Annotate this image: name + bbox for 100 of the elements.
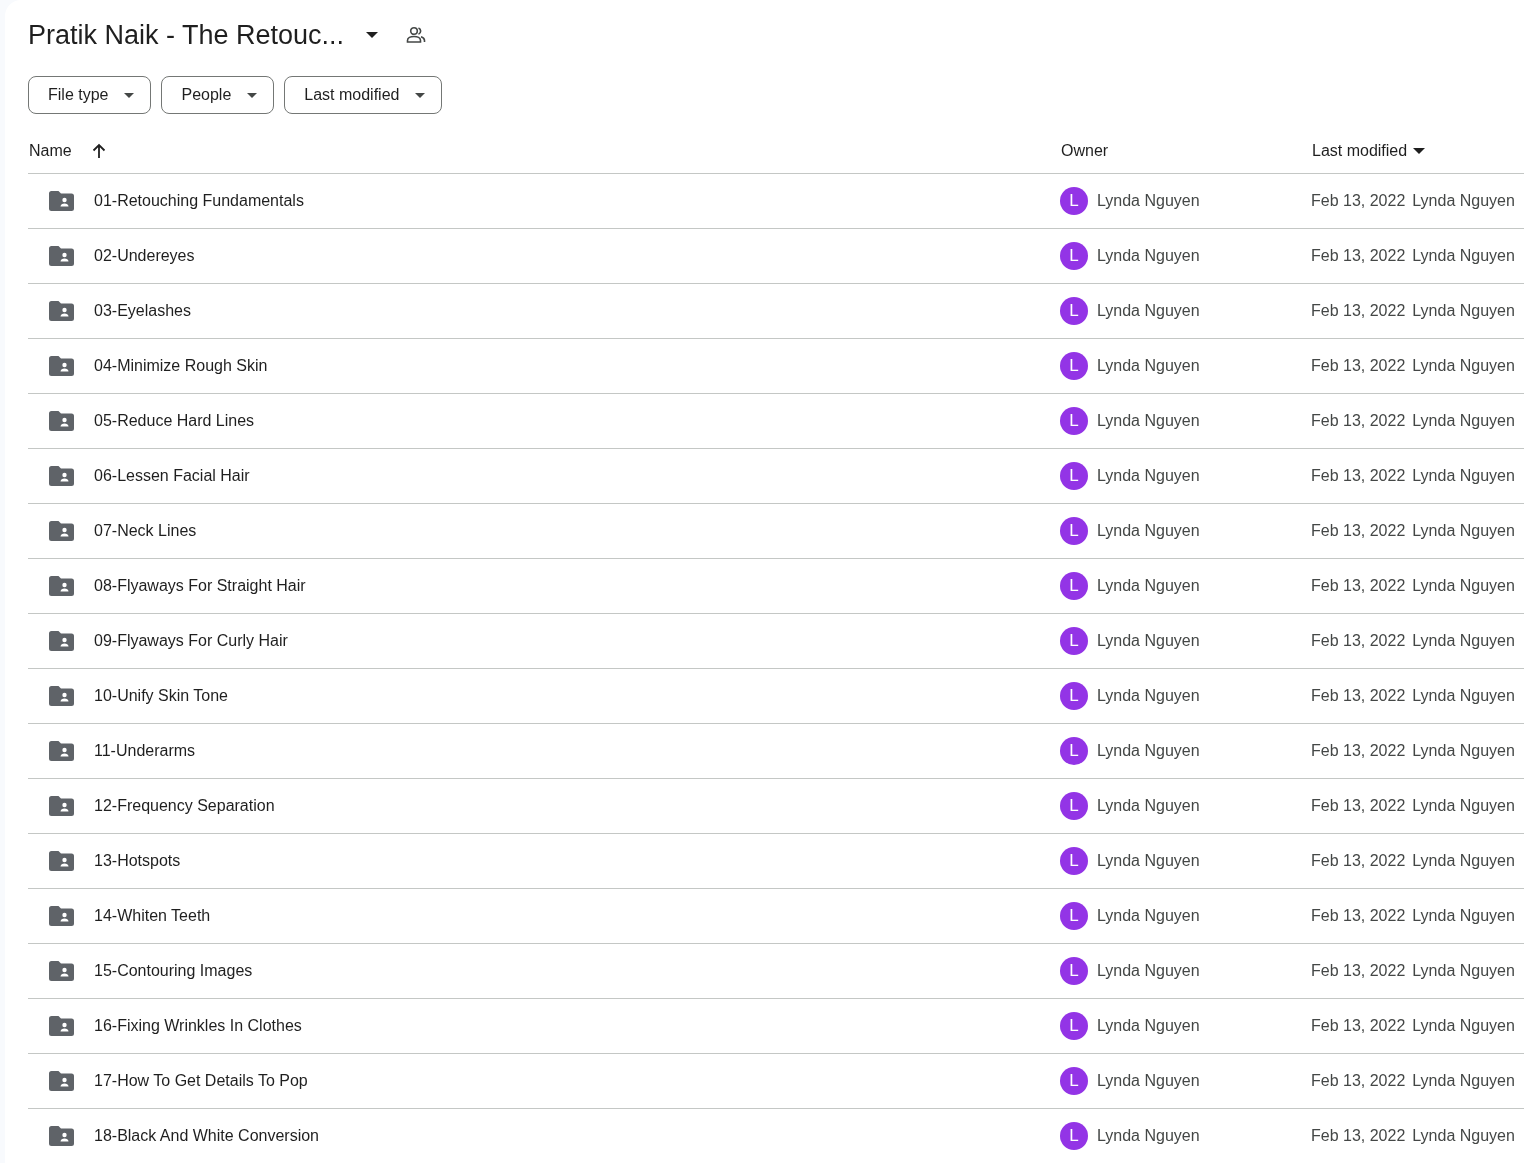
owner-avatar: L (1060, 1012, 1088, 1040)
modified-by: Lynda Nguyen (1412, 741, 1515, 761)
owner-avatar: L (1060, 572, 1088, 600)
modified-date: Feb 13, 2022 (1311, 356, 1406, 376)
file-row[interactable]: 06-Lessen Facial Hair L Lynda Nguyen Feb 13, 2022 Lynda Nguyen (28, 449, 1524, 504)
file-row[interactable]: 15-Contouring Images L Lynda Nguyen Feb 13, 2022 Lynda Nguyen (28, 944, 1524, 999)
column-header[interactable]: Owner (1061, 138, 1109, 163)
shared-folder-icon (49, 356, 74, 376)
file-row[interactable]: 10-Unify Skin Tone L Lynda Nguyen Feb 13, 2022 Lynda Nguyen (28, 669, 1524, 724)
owner-avatar: L (1060, 1122, 1088, 1150)
file-name: 09-Flyaways For Curly Hair (94, 631, 288, 651)
modified-by: Lynda Nguyen (1412, 246, 1515, 266)
owner-name: Lynda Nguyen (1097, 466, 1200, 486)
caret-icon (124, 92, 135, 98)
file-name: 16-Fixing Wrinkles In Clothes (94, 1016, 302, 1036)
owner-avatar: L (1060, 407, 1088, 435)
owner-name: Lynda Nguyen (1097, 1126, 1200, 1146)
modified-by: Lynda Nguyen (1412, 1126, 1515, 1146)
column-header[interactable]: Last modified (1312, 138, 1426, 163)
modified-date: Feb 13, 2022 (1311, 906, 1406, 926)
shared-folder-icon (49, 1071, 74, 1091)
file-row[interactable]: 09-Flyaways For Curly Hair L Lynda Nguyen Feb 13, 2022 Lynda Nguyen (28, 614, 1524, 669)
owner-name: Lynda Nguyen (1097, 796, 1200, 816)
file-row[interactable]: 18-Black And White Conversion L Lynda Nguyen Feb 13, 2022 Lynda Nguyen (28, 1109, 1524, 1163)
file-row[interactable]: 04-Minimize Rough Skin L Lynda Nguyen Feb 13, 2022 Lynda Nguyen (28, 339, 1524, 394)
modified-date: Feb 13, 2022 (1311, 1071, 1406, 1091)
modified-by: Lynda Nguyen (1412, 356, 1515, 376)
shared-folder-icon (49, 741, 74, 761)
owner-name: Lynda Nguyen (1097, 1016, 1200, 1036)
file-row[interactable]: 16-Fixing Wrinkles In Clothes L Lynda Nguyen Feb 13, 2022 Lynda Nguyen (28, 999, 1524, 1054)
people-icon (406, 26, 427, 44)
file-name: 17-How To Get Details To Pop (94, 1071, 308, 1091)
file-row[interactable]: 02-Undereyes L Lynda Nguyen Feb 13, 2022 Lynda Nguyen (28, 229, 1524, 284)
file-name: 11-Underarms (94, 741, 196, 761)
file-row[interactable]: 14-Whiten Teeth L Lynda Nguyen Feb 13, 2022 Lynda Nguyen (28, 889, 1524, 944)
filter-chip[interactable]: File type (28, 76, 152, 114)
owner-avatar: L (1060, 902, 1088, 930)
modified-date: Feb 13, 2022 (1311, 411, 1406, 431)
modified-date: Feb 13, 2022 (1311, 466, 1406, 486)
owner-name: Lynda Nguyen (1097, 961, 1200, 981)
modified-date: Feb 13, 2022 (1311, 741, 1406, 761)
owner-name: Lynda Nguyen (1097, 521, 1200, 541)
filter-chip[interactable]: People (161, 76, 275, 114)
file-name: 05-Reduce Hard Lines (94, 411, 255, 431)
file-name: 13-Hotspots (94, 851, 181, 871)
modified-date: Feb 13, 2022 (1311, 191, 1406, 211)
modified-by: Lynda Nguyen (1412, 851, 1515, 871)
owner-name: Lynda Nguyen (1097, 576, 1200, 596)
file-row[interactable]: 01-Retouching Fundamentals L Lynda Nguyen Feb 13, 2022 Lynda Nguyen (28, 174, 1524, 229)
shared-folder-icon (49, 796, 74, 816)
modified-date: Feb 13, 2022 (1311, 961, 1406, 981)
owner-avatar: L (1060, 737, 1088, 765)
file-row[interactable]: 17-How To Get Details To Pop L Lynda Nguyen Feb 13, 2022 Lynda Nguyen (28, 1054, 1524, 1109)
modified-by: Lynda Nguyen (1412, 576, 1515, 596)
file-name: 18-Black And White Conversion (94, 1126, 319, 1146)
owner-avatar: L (1060, 792, 1088, 820)
owner-name: Lynda Nguyen (1097, 631, 1200, 651)
modified-date: Feb 13, 2022 (1311, 1126, 1406, 1146)
file-name: 02-Undereyes (94, 246, 195, 266)
owner-name: Lynda Nguyen (1097, 246, 1200, 266)
modified-date: Feb 13, 2022 (1311, 686, 1406, 706)
owner-avatar: L (1060, 297, 1088, 325)
owner-avatar: L (1060, 627, 1088, 655)
modified-by: Lynda Nguyen (1412, 631, 1515, 651)
file-row[interactable]: 03-Eyelashes L Lynda Nguyen Feb 13, 2022 Lynda Nguyen (28, 284, 1524, 339)
modified-by: Lynda Nguyen (1412, 466, 1515, 486)
shared-folder-icon (49, 906, 74, 926)
modified-date: Feb 13, 2022 (1311, 1016, 1406, 1036)
file-row[interactable]: 11-Underarms L Lynda Nguyen Feb 13, 2022 Lynda Nguyen (28, 724, 1524, 779)
file-row[interactable]: 08-Flyaways For Straight Hair L Lynda Nguyen Feb 13, 2022 Lynda Nguyen (28, 559, 1524, 614)
file-row[interactable]: 13-Hotspots L Lynda Nguyen Feb 13, 2022 Lynda Nguyen (28, 834, 1524, 889)
shared-folder-icon (49, 1126, 74, 1146)
modified-date: Feb 13, 2022 (1311, 631, 1406, 651)
shared-folder-icon (49, 466, 74, 486)
modified-by: Lynda Nguyen (1412, 521, 1515, 541)
file-row[interactable]: 07-Neck Lines L Lynda Nguyen Feb 13, 2022 Lynda Nguyen (28, 504, 1524, 559)
file-row[interactable]: 05-Reduce Hard Lines L Lynda Nguyen Feb 13, 2022 Lynda Nguyen (28, 394, 1524, 449)
shared-folder-icon (49, 961, 74, 981)
file-row[interactable]: 12-Frequency Separation L Lynda Nguyen Feb 13, 2022 Lynda Nguyen (28, 779, 1524, 834)
modified-by: Lynda Nguyen (1412, 796, 1515, 816)
file-name: 01-Retouching Fundamentals (94, 191, 304, 211)
modified-by: Lynda Nguyen (1412, 686, 1515, 706)
filter-chip[interactable]: Last modified (284, 76, 443, 114)
sort-up-arrow-icon (91, 142, 106, 159)
shared-folder-icon (49, 576, 74, 596)
owner-name: Lynda Nguyen (1097, 191, 1200, 211)
shared-folder-icon (49, 1016, 74, 1036)
column-header[interactable]: Name (29, 138, 106, 163)
modified-by: Lynda Nguyen (1412, 1016, 1515, 1036)
folder-title: Pratik Naik - The Retouc... (28, 18, 345, 52)
owner-name: Lynda Nguyen (1097, 741, 1200, 761)
modified-date: Feb 13, 2022 (1311, 246, 1406, 266)
file-name: 10-Unify Skin Tone (94, 686, 228, 706)
shared-folder-icon (49, 521, 74, 541)
modified-by: Lynda Nguyen (1412, 301, 1515, 321)
owner-avatar: L (1060, 187, 1088, 215)
file-name: 07-Neck Lines (94, 521, 197, 541)
owner-avatar: L (1060, 682, 1088, 710)
modified-date: Feb 13, 2022 (1311, 851, 1406, 871)
modified-by: Lynda Nguyen (1412, 961, 1515, 981)
